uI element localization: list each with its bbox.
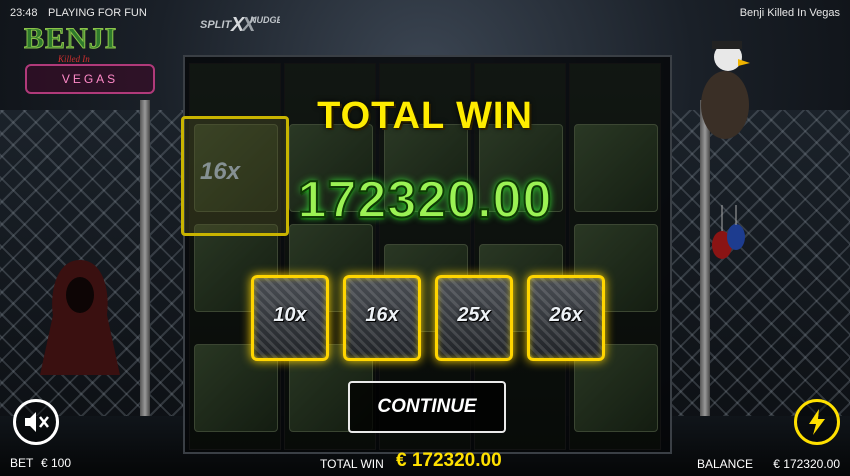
cage-post	[700, 100, 710, 460]
bet-value: € 100	[41, 456, 72, 470]
svg-text:NUDGE: NUDGE	[250, 15, 280, 25]
game-logo: BENJI Killed In VEGAS	[20, 22, 155, 94]
clock: 23:48	[10, 7, 38, 19]
win-amount: 172320.00	[297, 170, 553, 230]
game-stage: 23:48 PLAYING FOR FUN Benji Killed In Ve…	[0, 0, 850, 476]
balance-label: BALANCE	[697, 457, 754, 471]
logo-benji-text: BENJI	[23, 22, 118, 56]
balance-value: € 172320.00	[773, 457, 840, 471]
multiplier-tile: 10x	[251, 275, 329, 361]
split-nudge-logo: SPLIT X X NUDGE	[198, 10, 283, 36]
cage-post	[140, 100, 150, 460]
lightning-bolt-icon	[809, 409, 825, 435]
game-title: Benji Killed In Vegas	[739, 7, 840, 19]
hooded-figure-icon	[40, 260, 120, 375]
multiplier-tile: 26x	[527, 275, 605, 361]
sound-toggle-button[interactable]	[13, 399, 59, 445]
continue-button[interactable]: CONTINUE	[348, 381, 506, 433]
svg-text:SPLIT: SPLIT	[200, 19, 232, 31]
total-win-value: € 172320.00	[396, 450, 502, 471]
total-win-label: TOTAL WIN	[320, 457, 384, 471]
bet-label: BET	[10, 456, 34, 470]
speaker-muted-icon	[25, 412, 49, 432]
total-win-title: TOTAL WIN	[317, 95, 533, 137]
multiplier-tile: 16x	[343, 275, 421, 361]
logo-killed-text: Killed In	[58, 54, 90, 64]
multiplier-value: 16x	[365, 304, 399, 326]
turbo-button[interactable]	[794, 399, 840, 445]
multiplier-value: 10x	[273, 304, 307, 326]
multiplier-tile: 25x	[435, 275, 513, 361]
play-mode-label: PLAYING FOR FUN	[48, 7, 147, 19]
bottom-bar: BET € 100 TOTAL WIN € 172320.00 BALANCE …	[0, 450, 850, 476]
multiplier-value: 26x	[549, 304, 583, 326]
logo-vegas-text: VEGAS	[25, 64, 155, 94]
multiplier-value: 25x	[457, 304, 491, 326]
